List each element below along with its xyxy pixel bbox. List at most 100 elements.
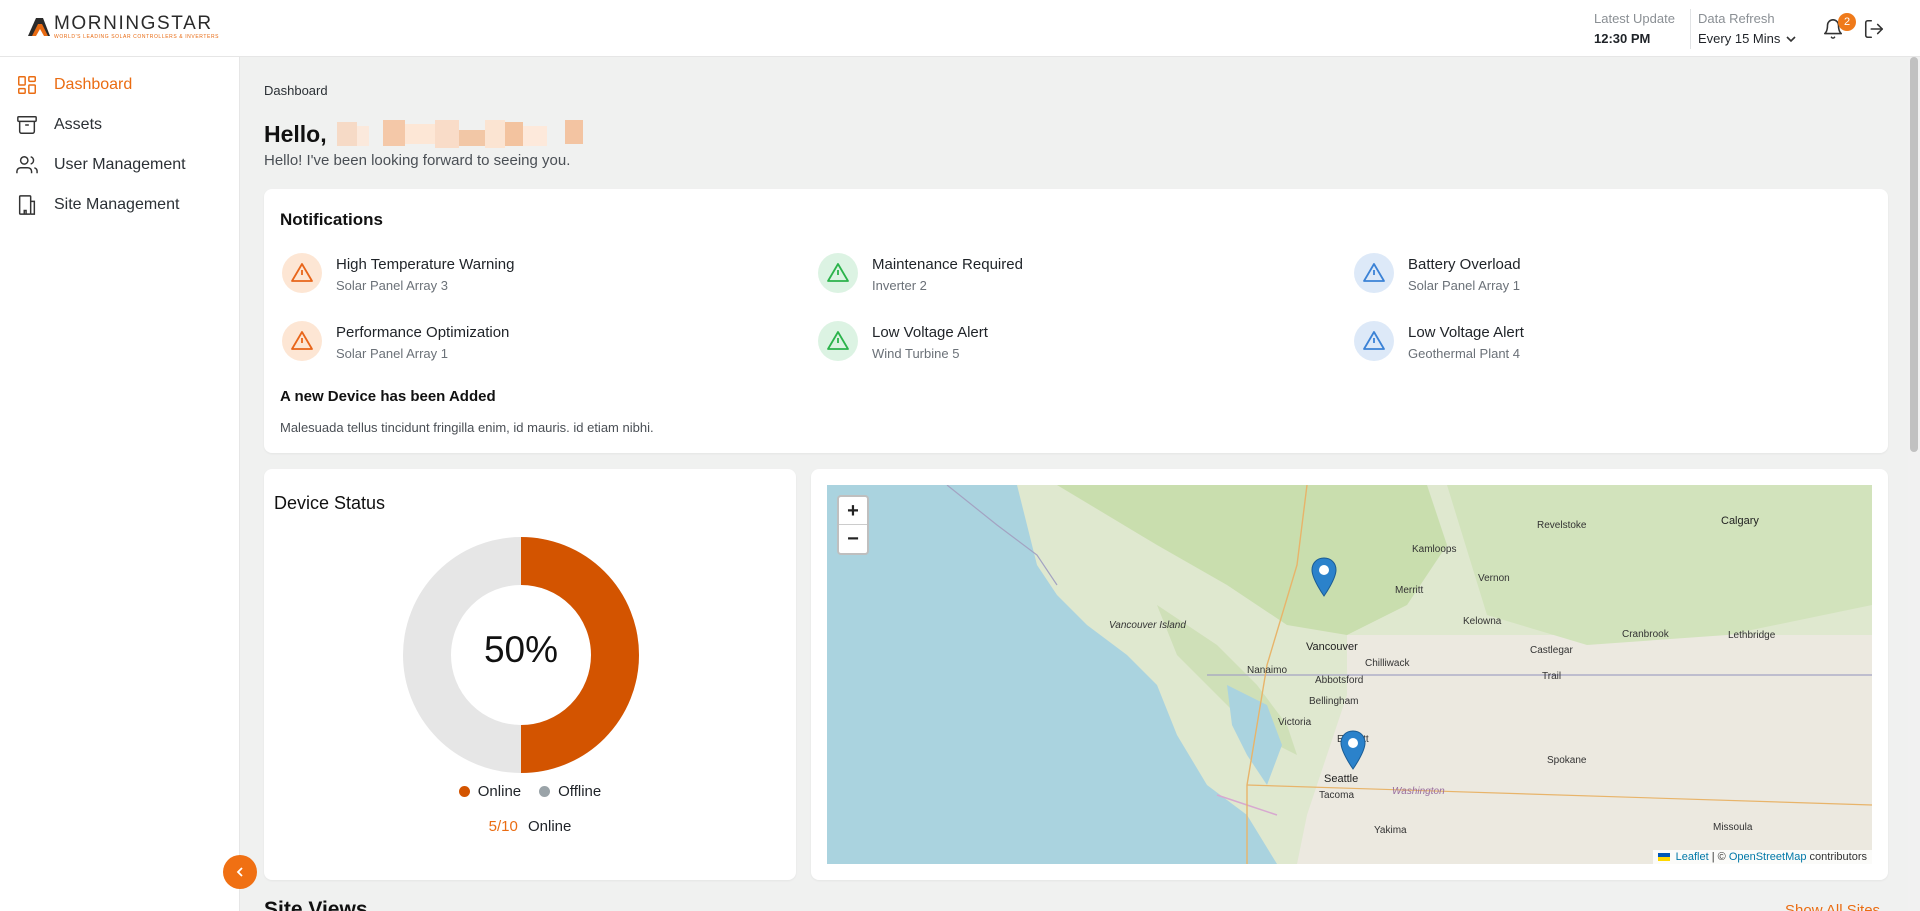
map-place-label: Castlegar: [1530, 645, 1573, 656]
map-place-label: Nanaimo: [1247, 665, 1288, 676]
map-place-label: Victoria: [1278, 717, 1312, 728]
openstreetmap-link[interactable]: OpenStreetMap: [1729, 851, 1807, 863]
map-place-label: Chilliwack: [1365, 658, 1410, 669]
device-added-title: A new Device has been Added: [280, 388, 496, 405]
site-views-title: Site Views: [264, 898, 368, 911]
notification-source: Solar Panel Array 3: [336, 278, 449, 293]
data-refresh-select[interactable]: Every 15 Mins: [1698, 30, 1808, 48]
notification-title: Maintenance Required: [872, 256, 1023, 273]
latest-update-label: Latest Update: [1594, 11, 1675, 26]
sidebar-item-label: Assets: [54, 116, 103, 133]
map-place-label: Spokane: [1547, 755, 1587, 766]
offline-dot-icon: [539, 786, 551, 797]
sidebar: Dashboard Assets User Management Site Ma…: [0, 57, 240, 911]
map-place-label: Calgary: [1721, 515, 1759, 527]
notifications-card: Notifications High Temperature Warning S…: [264, 189, 1888, 453]
notification-title: High Temperature Warning: [336, 256, 515, 273]
warning-icon: [1354, 253, 1394, 293]
notification-badge: 2: [1838, 13, 1856, 31]
map-marker-icon[interactable]: [1311, 557, 1337, 597]
map-place-label: Revelstoke: [1537, 520, 1587, 531]
breadcrumb: Dashboard: [264, 83, 328, 98]
morningstar-logo[interactable]: MORNINGSTAR WORLD'S LEADING SOLAR CONTRO…: [26, 14, 219, 40]
map-place-label: Seattle: [1324, 773, 1359, 785]
online-count-suffix: Online: [528, 818, 572, 835]
online-percent: 50%: [483, 629, 559, 670]
notification-title: Low Voltage Alert: [1408, 324, 1524, 341]
legend-online-label: Online: [477, 783, 522, 800]
notification-source: Geothermal Plant 4: [1408, 346, 1521, 361]
logout-icon[interactable]: [1863, 18, 1885, 40]
data-refresh[interactable]: Data Refresh Every 15 Mins: [1698, 11, 1808, 48]
chevron-down-icon: [1786, 36, 1796, 43]
map-place-label: Vancouver: [1306, 641, 1358, 653]
notification-title: Low Voltage Alert: [872, 324, 988, 341]
map-place-label: Washington: [1392, 786, 1445, 797]
device-status-card: Device Status 50% Online Offline 5/10 On…: [264, 469, 796, 880]
sidebar-item-label: User Management: [54, 156, 186, 173]
device-added-body: Malesuada tellus tincidunt fringilla eni…: [280, 420, 654, 435]
notification-title: Battery Overload: [1408, 256, 1521, 273]
map-place-label: Missoula: [1713, 822, 1753, 833]
building-icon: [18, 195, 36, 215]
greeting-title: Hello,: [264, 120, 585, 148]
notification-source: Solar Panel Array 1: [1408, 278, 1521, 293]
redacted-username: [335, 120, 585, 148]
map-place-label: Vernon: [1478, 573, 1510, 584]
sidebar-item-user-management[interactable]: User Management: [16, 153, 186, 177]
warning-icon: [818, 253, 858, 293]
map-place-label: Merritt: [1395, 585, 1424, 596]
online-count: 5/10 Online: [264, 818, 796, 835]
chevron-left-icon: [236, 867, 243, 877]
map-place-label: Abbotsford: [1315, 675, 1364, 686]
map-place-label: Trail: [1542, 671, 1562, 682]
header-divider: [1690, 9, 1691, 49]
map-place-label: Kamloops: [1412, 544, 1457, 555]
map-place-label: Tacoma: [1319, 790, 1355, 801]
map-place-label: Yakima: [1374, 825, 1407, 836]
collapse-sidebar-button[interactable]: [223, 855, 257, 889]
greeting-message: Hello! I've been looking forward to seei…: [264, 152, 571, 169]
notification-source: Wind Turbine 5: [872, 346, 960, 361]
legend-offline: Offline: [539, 783, 601, 800]
online-count-value: 5/10: [488, 818, 518, 835]
top-header: MORNINGSTAR WORLD'S LEADING SOLAR CONTRO…: [0, 0, 1920, 57]
latest-update: Latest Update 12:30 PM: [1594, 11, 1684, 48]
warning-icon: [818, 321, 858, 361]
site-map[interactable]: Revelstoke Calgary Kamloops Vernon Merri…: [827, 485, 1872, 864]
warning-icon: [282, 321, 322, 361]
users-icon: [16, 156, 38, 174]
latest-update-value: 12:30 PM: [1594, 31, 1651, 46]
leaflet-link[interactable]: Leaflet: [1676, 851, 1709, 863]
notification-item[interactable]: High Temperature Warning Solar Panel Arr…: [282, 253, 514, 295]
notification-item[interactable]: Low Voltage Alert Wind Turbine 5: [818, 321, 988, 363]
notification-source: Solar Panel Array 1: [336, 346, 449, 361]
data-refresh-value: Every 15 Mins: [1698, 31, 1781, 46]
zoom-out-button[interactable]: −: [839, 525, 867, 553]
map-place-label: Cranbrook: [1622, 629, 1669, 640]
notification-item[interactable]: Performance Optimization Solar Panel Arr…: [282, 321, 509, 363]
logo-mark-icon: [26, 14, 52, 38]
greeting-hello: Hello,: [264, 120, 327, 147]
show-all-sites-link[interactable]: Show All Sites: [1785, 902, 1880, 911]
zoom-in-button[interactable]: +: [839, 497, 867, 525]
notification-item[interactable]: Low Voltage Alert Geothermal Plant 4: [1354, 321, 1524, 363]
notification-item[interactable]: Maintenance Required Inverter 2: [818, 253, 1023, 295]
warning-icon: [282, 253, 322, 293]
scrollbar-thumb[interactable]: [1910, 57, 1918, 452]
map-marker-icon[interactable]: [1340, 730, 1366, 770]
ukraine-flag-icon: [1657, 853, 1670, 862]
notification-title: Performance Optimization: [336, 324, 510, 341]
brand-tagline: WORLD'S LEADING SOLAR CONTROLLERS & INVE…: [54, 34, 220, 40]
sidebar-item-assets[interactable]: Assets: [16, 113, 102, 137]
sidebar-item-site-management[interactable]: Site Management: [16, 193, 179, 217]
sidebar-item-label: Site Management: [54, 196, 180, 213]
notification-item[interactable]: Battery Overload Solar Panel Array 1: [1354, 253, 1521, 295]
map-place-label: Vancouver Island: [1109, 620, 1186, 631]
sidebar-item-dashboard[interactable]: Dashboard: [16, 73, 132, 97]
data-refresh-label: Data Refresh: [1698, 11, 1775, 26]
notification-source: Inverter 2: [872, 278, 927, 293]
legend-online: Online: [458, 783, 522, 800]
attribution-suffix: contributors: [1806, 851, 1867, 863]
map-attribution: Leaflet | © OpenStreetMap contributors: [1652, 850, 1872, 864]
